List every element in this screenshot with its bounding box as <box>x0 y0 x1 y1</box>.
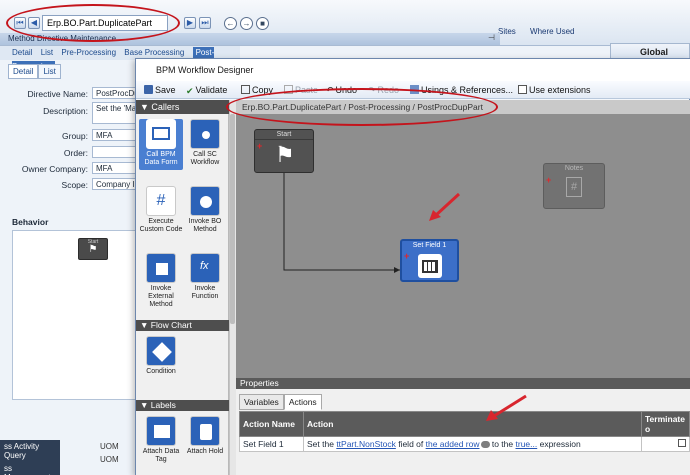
flag-icon: ⚑ <box>275 142 295 167</box>
order-label: Order: <box>63 148 88 158</box>
start-node[interactable]: Start + ⚑ <box>254 129 314 173</box>
notes-node-label: Notes <box>564 165 584 172</box>
table-row[interactable]: Set Field 1 Set the ttPart.NonStock fiel… <box>239 436 690 452</box>
list-item[interactable]: ss Management <box>0 462 60 475</box>
row-link[interactable]: the added row <box>426 439 480 449</box>
action-text: field of <box>395 439 426 449</box>
group-label: Group: <box>62 131 88 141</box>
table-header-row: Action Name Action Terminate o <box>239 411 690 437</box>
subtab-detail[interactable]: Detail <box>8 64 39 79</box>
annotation-arrow-action <box>486 394 527 421</box>
action-text: to the <box>489 439 516 449</box>
forward-icon[interactable]: → <box>240 17 253 30</box>
field-link[interactable]: ttPart.NonStock <box>336 439 396 449</box>
connector-start-to-setfield <box>283 173 400 271</box>
column-terminate[interactable]: Terminate o <box>641 411 690 437</box>
detail-tabs: Detail List <box>8 64 61 79</box>
scope-label: Scope: <box>61 180 88 190</box>
subtab-list[interactable]: List <box>38 64 61 79</box>
set-field-node[interactable]: Set Field 1 + <box>400 239 459 282</box>
description-label: Description: <box>43 106 88 116</box>
group-field[interactable]: MFA <box>92 129 140 141</box>
scope-field[interactable]: Company In <box>92 178 140 190</box>
stop-icon[interactable]: ■ <box>256 17 269 30</box>
owner-company-field[interactable]: MFA <box>92 162 140 174</box>
uom-list: UOM UOM <box>100 440 140 475</box>
actions-table: Action Name Action Terminate o Set Field… <box>239 411 690 452</box>
hash-icon: # <box>566 177 582 197</box>
column-action-name[interactable]: Action Name <box>239 411 304 437</box>
start-node-label: Start <box>255 130 313 140</box>
list-item[interactable]: UOM <box>100 440 140 453</box>
action-name-cell: Set Field 1 <box>239 436 304 452</box>
tab-where-used[interactable]: Where Used <box>530 27 574 36</box>
notes-node[interactable]: Notes + # <box>543 163 605 209</box>
add-icon: + <box>404 251 410 261</box>
list-item[interactable]: ss Activity Query <box>0 440 60 462</box>
properties-tabs: Variables Actions <box>239 394 322 410</box>
terminate-cell <box>641 436 690 452</box>
action-text: Set the <box>307 439 337 449</box>
behavior-label: Behavior <box>12 217 49 227</box>
behavior-start-node[interactable]: Start ⚑ <box>78 238 108 260</box>
directive-name-label: Directive Name: <box>27 89 88 99</box>
directive-name-field[interactable]: PostProcDu <box>92 87 140 99</box>
order-field[interactable] <box>92 146 140 158</box>
tab-detail[interactable]: Detail <box>12 48 32 57</box>
set-field-node-label: Set Field 1 <box>412 242 447 249</box>
tab-list[interactable]: List <box>41 48 53 57</box>
column-action[interactable]: Action <box>303 411 642 437</box>
right-tabs: Sites Where Used <box>490 27 690 39</box>
tab-actions[interactable]: Actions <box>283 394 322 410</box>
list-item[interactable]: UOM <box>100 453 140 466</box>
pin-icon[interactable]: ⊣ <box>488 33 495 42</box>
properties-header: Properties <box>236 378 690 389</box>
annotation-arrow-node <box>429 192 461 221</box>
annotation-ellipse-path <box>226 88 498 126</box>
back-icon[interactable]: ← <box>224 17 237 30</box>
annotation-ellipse-method <box>6 4 180 42</box>
owner-company-label: Owner Company: <box>21 164 88 174</box>
tab-pre-processing[interactable]: Pre-Processing <box>61 48 116 57</box>
action-text: expression <box>537 439 581 449</box>
last-record-icon[interactable]: ⏭ <box>199 17 211 29</box>
tab-variables[interactable]: Variables <box>239 394 284 410</box>
flag-icon: ⚑ <box>88 244 98 255</box>
description-field[interactable]: Set the 'May <box>92 102 140 124</box>
expression-link[interactable]: true... <box>516 439 538 449</box>
bottom-nav-list: ss Activity Query ss Management <box>0 440 60 475</box>
behavior-panel <box>12 230 137 400</box>
tab-sites[interactable]: Sites <box>498 27 516 36</box>
tab-base-processing[interactable]: Base Processing <box>124 48 184 57</box>
add-icon: + <box>546 175 552 185</box>
next-record-icon[interactable]: ▶ <box>184 17 196 29</box>
dropdown-icon[interactable] <box>480 441 490 448</box>
add-icon: + <box>257 141 263 151</box>
calendar-grid-icon <box>418 254 442 278</box>
terminate-checkbox[interactable] <box>678 439 686 447</box>
action-description-cell: Set the ttPart.NonStock field of the add… <box>303 436 642 452</box>
